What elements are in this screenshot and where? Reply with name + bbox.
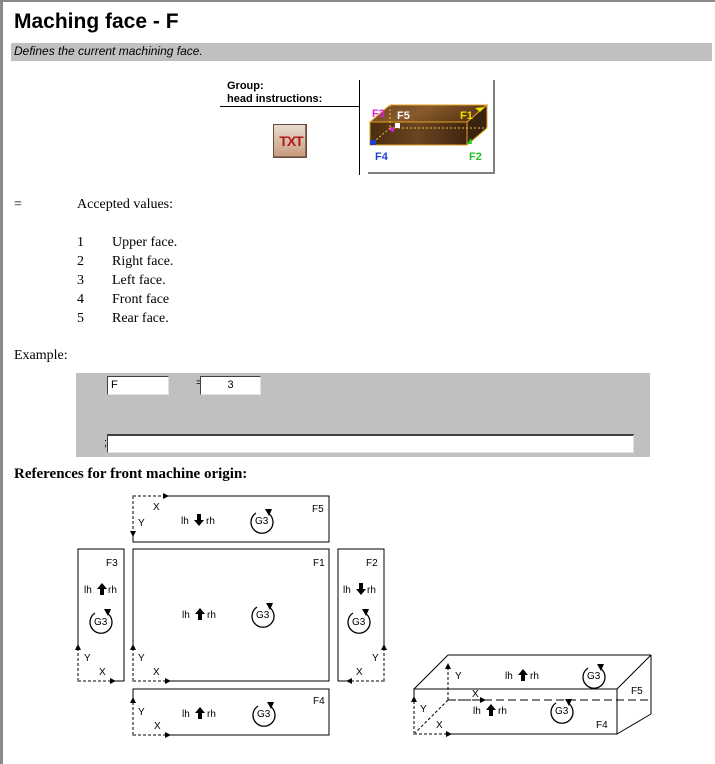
rh-label: rh	[206, 516, 215, 527]
axis-y-label: Y	[420, 704, 427, 715]
axis-x-label: X	[99, 667, 106, 678]
rh-label: rh	[207, 709, 216, 720]
rh-label: rh	[108, 585, 117, 596]
axis-y-label: Y	[138, 518, 145, 529]
lh-label: lh	[505, 671, 513, 682]
axis-x-label: X	[153, 502, 160, 513]
face-label: F4	[596, 720, 608, 731]
axis-y-label: Y	[372, 653, 379, 664]
face-label: F3	[106, 558, 118, 569]
face-f3-panel: Y X lh rh G3 F3	[75, 548, 125, 684]
face-label: F5	[312, 504, 324, 515]
direction-up-arrow-icon	[486, 704, 496, 716]
lh-label: lh	[473, 706, 481, 717]
axis-y-label: Y	[455, 671, 462, 682]
lh-label: lh	[343, 585, 351, 596]
direction-down-arrow-icon	[356, 583, 366, 595]
direction-up-arrow-icon	[195, 707, 205, 719]
rh-label: rh	[207, 610, 216, 621]
g3-label: G3	[256, 610, 270, 621]
lh-label: lh	[181, 516, 189, 527]
lh-label: lh	[84, 585, 92, 596]
axis-y-label: Y	[138, 653, 145, 664]
rh-label: rh	[367, 585, 376, 596]
g3-label: G3	[94, 617, 108, 628]
face-label: F4	[313, 696, 325, 707]
lh-label: lh	[182, 610, 190, 621]
axis-x-label: X	[356, 667, 363, 678]
direction-down-arrow-icon	[194, 514, 204, 526]
rh-label: rh	[498, 706, 507, 717]
axis-x-label: X	[153, 667, 160, 678]
face-f1-panel: Y X lh rh G3 F1	[130, 548, 330, 684]
face-f5-panel: X Y lh rh G3 F5	[130, 493, 330, 543]
rh-label: rh	[530, 671, 539, 682]
axis-x-label: X	[436, 720, 443, 731]
g3-label: G3	[352, 617, 366, 628]
axis-x-label: X	[154, 721, 161, 732]
direction-up-arrow-icon	[195, 608, 205, 620]
g3-label: G3	[587, 671, 601, 682]
face-f4-panel: Y X lh rh G3 F4	[130, 688, 330, 738]
face-label: F2	[366, 558, 378, 569]
direction-up-arrow-icon	[518, 669, 528, 681]
face-references-diagram: X Y lh rh G3 F5 Y X lh rh G3 F3 Y X lh r…	[75, 493, 652, 738]
face-f2-panel: Y X lh rh G3 F2	[337, 548, 387, 684]
g3-label: G3	[555, 706, 569, 717]
g3-label: G3	[255, 516, 269, 527]
direction-up-arrow-icon	[97, 583, 107, 595]
axis-x-label: X	[472, 689, 479, 700]
axis-y-label: Y	[138, 707, 145, 718]
face-label: F5	[631, 686, 643, 697]
axis-y-label: Y	[84, 653, 91, 664]
lh-label: lh	[182, 709, 190, 720]
g3-label: G3	[257, 709, 271, 720]
box-3d-diagram: Y X Y X lh rh lh rh G3 G3 F5 F4	[411, 654, 652, 737]
face-label: F1	[313, 558, 325, 569]
